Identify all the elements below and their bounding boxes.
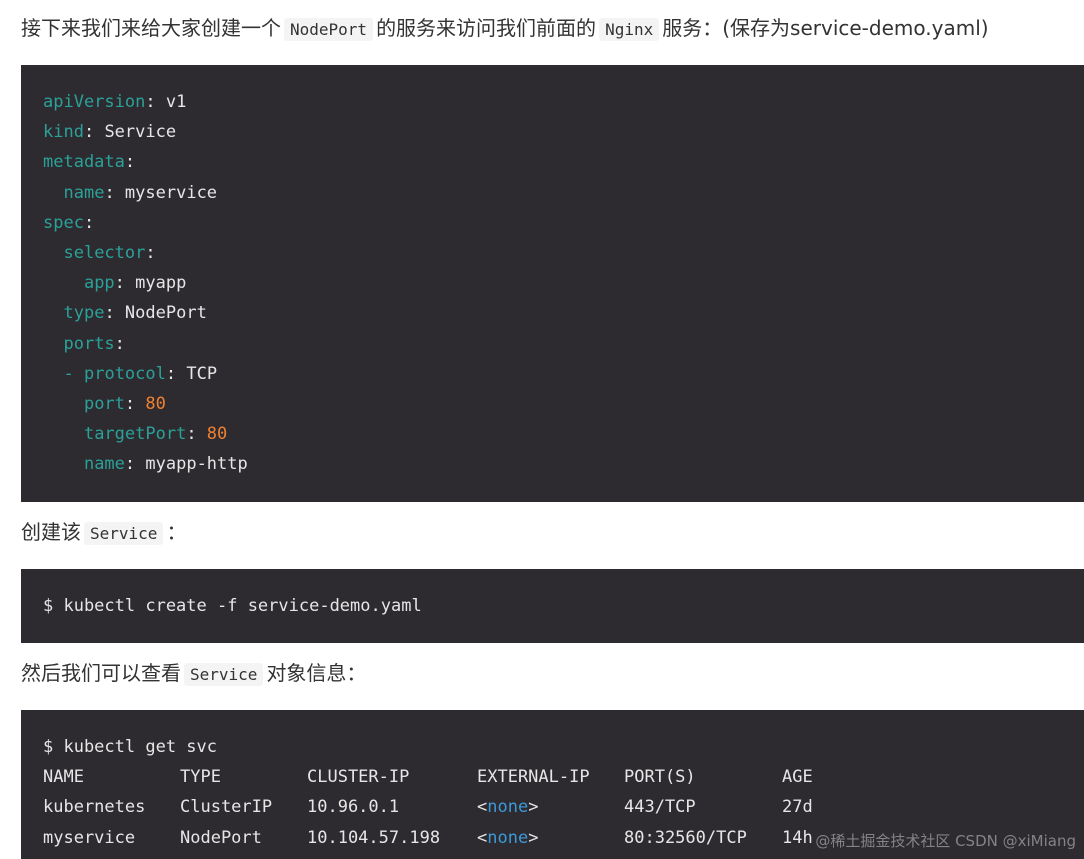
code-line: metadata: <box>43 152 136 173</box>
code-line: - protocol: TCP <box>63 363 218 384</box>
cell-external-ip: <none> <box>477 797 539 818</box>
code-line: apiVersion: v1 <box>43 92 187 112</box>
code-line: selector: <box>63 242 156 263</box>
inline-code-service-2: Service <box>184 663 264 686</box>
header-age: AGE <box>782 767 813 788</box>
table-row: kubernetes ClusterIP 10.96.0.1 <none> 44… <box>43 792 1084 822</box>
header-type: TYPE <box>180 767 221 788</box>
code-line: spec: <box>43 212 95 233</box>
view-text-after: 对象信息： <box>266 661 367 685</box>
inline-code-nodeport: NodePort <box>284 18 374 41</box>
code-line: kind: Service <box>43 122 177 143</box>
code-line: port: 80 <box>83 393 166 414</box>
intro-text: 接下来我们来给大家创建一个 <box>21 16 281 40</box>
inline-code-nginx: Nginx <box>599 18 660 41</box>
cell-cluster-ip: 10.104.57.198 <box>307 827 441 848</box>
view-text: 然后我们可以查看 <box>21 661 181 685</box>
create-text-after: ： <box>166 520 187 544</box>
cell-name: kubernetes <box>43 797 146 818</box>
intro-text-middle: 的服务来访问我们前面的 <box>376 16 597 40</box>
code-line: name: myapp-http <box>83 454 248 475</box>
table-header-row: NAME TYPE CLUSTER-IP EXTERNAL-IP PORT(S)… <box>43 762 1084 792</box>
inline-code-service: Service <box>84 522 164 545</box>
cell-ports: 80:32560/TCP <box>624 827 747 848</box>
watermark: @稀土掘金技术社区 CSDN @xiMiang <box>815 832 1076 850</box>
header-ports: PORT(S) <box>624 767 696 788</box>
code-line: ports: <box>63 333 125 354</box>
cell-cluster-ip: 10.96.0.1 <box>307 797 400 818</box>
header-name: NAME <box>43 767 84 788</box>
cell-ports: 443/TCP <box>624 797 696 818</box>
intro-text-after: 服务：(保存为service-demo.yaml) <box>662 16 989 40</box>
command-line: $ kubectl create -f service-demo.yaml <box>43 596 422 616</box>
cell-type: NodePort <box>180 827 262 848</box>
cell-age: 27d <box>782 797 813 818</box>
code-line: type: NodePort <box>63 303 207 324</box>
command-line: $ kubectl get svc <box>43 737 217 757</box>
create-text: 创建该 <box>21 520 81 544</box>
code-line: targetPort: 80 <box>83 424 228 445</box>
header-external-ip: EXTERNAL-IP <box>477 767 590 788</box>
cell-name: myservice <box>43 827 136 848</box>
yaml-code-block: apiVersion: v1 kind: Service metadata: n… <box>21 65 1084 502</box>
code-line: name: myservice <box>63 182 218 203</box>
create-command-block: $ kubectl create -f service-demo.yaml <box>21 569 1084 643</box>
header-cluster-ip: CLUSTER-IP <box>307 767 410 788</box>
cell-external-ip: <none> <box>477 827 539 848</box>
intro-paragraph: 接下来我们来给大家创建一个 NodePort 的服务来访问我们前面的 Nginx 服务：… <box>21 13 989 45</box>
code-line: app: myapp <box>83 273 187 294</box>
create-paragraph: 创建该 Service： <box>21 517 186 549</box>
cell-type: ClusterIP <box>180 797 273 818</box>
view-paragraph: 然后我们可以查看 Service 对象信息： <box>21 658 366 690</box>
